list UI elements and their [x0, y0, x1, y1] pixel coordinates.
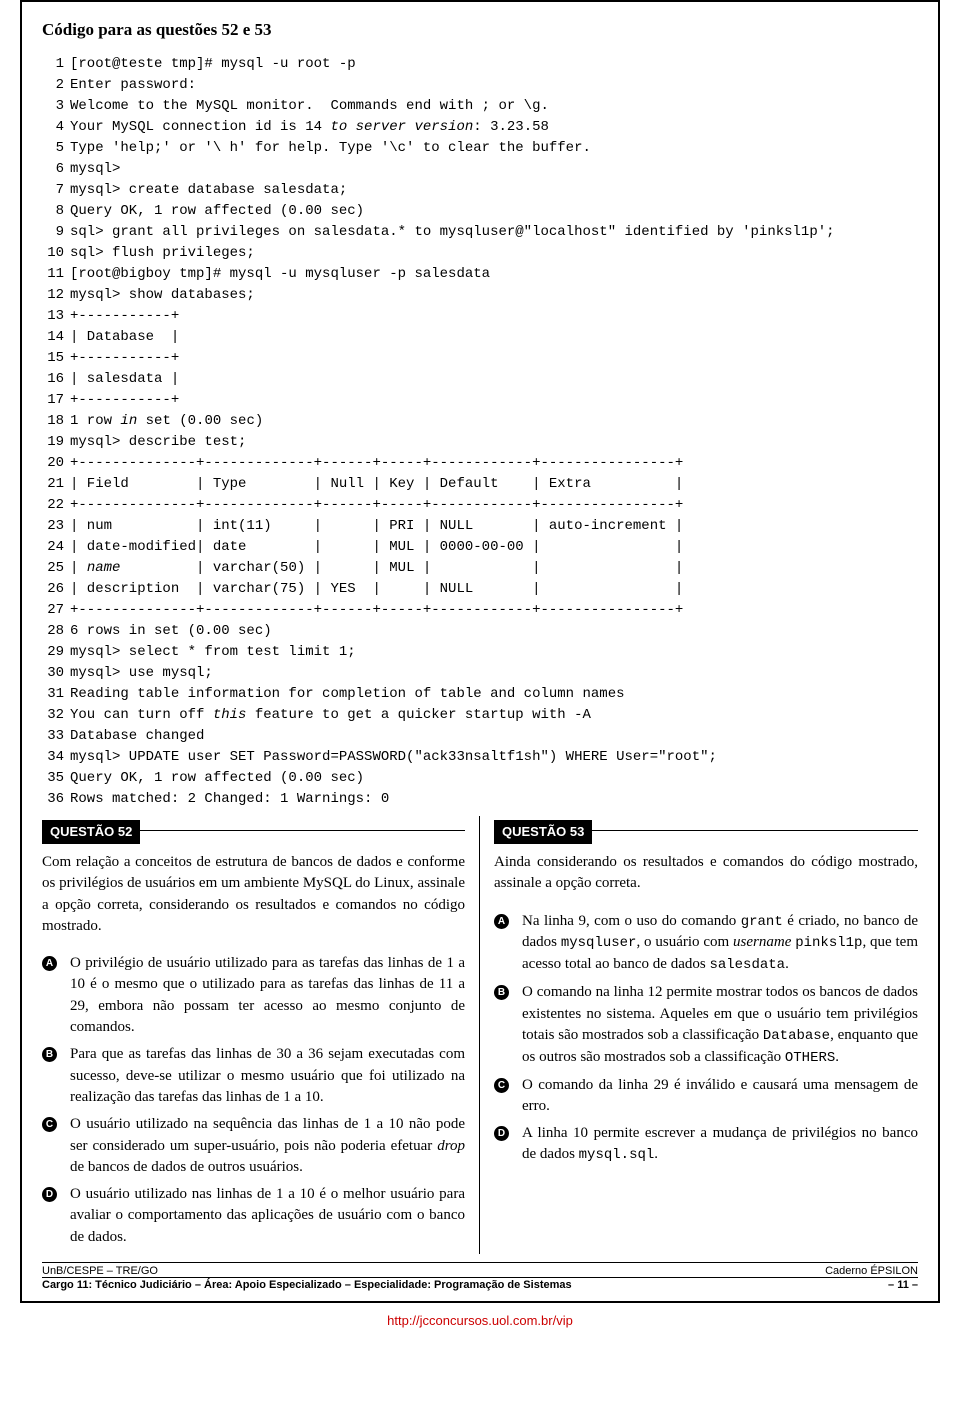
- bullet-c-icon: C: [42, 1117, 57, 1132]
- code-line: 181 row in set (0.00 sec): [42, 411, 918, 432]
- code-line: 24| date-modified| date | | MUL | 0000-0…: [42, 537, 918, 558]
- code-line: 34mysql> UPDATE user SET Password=PASSWO…: [42, 747, 918, 768]
- code-line: 33Database changed: [42, 726, 918, 747]
- column-left: QUESTÃO 52 Com relação a conceitos de es…: [42, 816, 480, 1254]
- code-line: 22+--------------+-------------+------+-…: [42, 495, 918, 516]
- option-53-D[interactable]: D A linha 10 permite escrever a mudança …: [494, 1123, 918, 1166]
- code-line: 29mysql> select * from test limit 1;: [42, 642, 918, 663]
- option-53-B[interactable]: B O comando na linha 12 permite mostrar …: [494, 982, 918, 1068]
- code-line: 12mysql> show databases;: [42, 285, 918, 306]
- code-block: 1[root@teste tmp]# mysql -u root -p2Ente…: [42, 54, 918, 810]
- option-52-C[interactable]: C O usuário utilizado na sequência das l…: [42, 1114, 465, 1178]
- page-footer: UnB/CESPE – TRE/GO Caderno ÉPSILON Cargo…: [42, 1262, 918, 1291]
- option-53-C-text: O comando da linha 29 é inválido e causa…: [522, 1075, 918, 1118]
- code-line: 19mysql> describe test;: [42, 432, 918, 453]
- code-line: 27+--------------+-------------+------+-…: [42, 600, 918, 621]
- code-line: 7mysql> create database salesdata;: [42, 180, 918, 201]
- code-line: 4Your MySQL connection id is 14 to serve…: [42, 117, 918, 138]
- code-line: 2Enter password:: [42, 75, 918, 96]
- question-52-options: A O privilégio de usuário utilizado para…: [42, 953, 465, 1248]
- code-line: 8Query OK, 1 row affected (0.00 sec): [42, 201, 918, 222]
- code-line: 286 rows in set (0.00 sec): [42, 621, 918, 642]
- option-53-A-text: Na linha 9, com o uso do comando grant é…: [522, 911, 918, 977]
- code-line: 15+-----------+: [42, 348, 918, 369]
- code-line: 25| name | varchar(50) | | MUL | | |: [42, 558, 918, 579]
- code-line: 26| description | varchar(75) | YES | | …: [42, 579, 918, 600]
- question-53-stem: Ainda considerando os resultados e coman…: [494, 852, 918, 895]
- code-line: 35Query OK, 1 row affected (0.00 sec): [42, 768, 918, 789]
- option-52-A-text: O privilégio de usuário utilizado para a…: [70, 953, 465, 1038]
- footer-left-1: UnB/CESPE – TRE/GO: [42, 1265, 158, 1277]
- column-right: QUESTÃO 53 Ainda considerando os resulta…: [480, 816, 918, 1254]
- option-52-B-text: Para que as tarefas das linhas de 30 a 3…: [70, 1044, 465, 1108]
- option-53-B-text: O comando na linha 12 permite mostrar to…: [522, 982, 918, 1068]
- footer-right-1: Caderno ÉPSILON: [825, 1265, 918, 1277]
- bullet-a-icon: A: [494, 914, 509, 929]
- code-line: 17+-----------+: [42, 390, 918, 411]
- bullet-d-icon: D: [494, 1126, 509, 1141]
- question-52-stem: Com relação a conceitos de estrutura de …: [42, 852, 465, 937]
- questions-columns: QUESTÃO 52 Com relação a conceitos de es…: [42, 816, 918, 1254]
- code-line: 6mysql>: [42, 159, 918, 180]
- option-53-C[interactable]: C O comando da linha 29 é inválido e cau…: [494, 1075, 918, 1118]
- question-53-label: QUESTÃO 53: [494, 820, 592, 844]
- bullet-d-icon: D: [42, 1187, 57, 1202]
- footer-right-2: – 11 –: [888, 1279, 918, 1291]
- code-line: 10sql> flush privileges;: [42, 243, 918, 264]
- question-53-options: A Na linha 9, com o uso do comando grant…: [494, 911, 918, 1167]
- code-line: 23| num | int(11) | | PRI | NULL | auto-…: [42, 516, 918, 537]
- source-url: http://jcconcursos.uol.com.br/vip: [0, 1313, 960, 1328]
- footer-left-2: Cargo 11: Técnico Judiciário – Área: Apo…: [42, 1279, 572, 1291]
- code-line: 20+--------------+-------------+------+-…: [42, 453, 918, 474]
- code-line: 11[root@bigboy tmp]# mysql -u mysqluser …: [42, 264, 918, 285]
- code-section-title: Código para as questões 52 e 53: [42, 20, 918, 40]
- bullet-b-icon: B: [42, 1047, 57, 1062]
- bullet-c-icon: C: [494, 1078, 509, 1093]
- code-line: 30mysql> use mysql;: [42, 663, 918, 684]
- code-line: 14| Database |: [42, 327, 918, 348]
- code-line: 36Rows matched: 2 Changed: 1 Warnings: 0: [42, 789, 918, 810]
- option-53-A[interactable]: A Na linha 9, com o uso do comando grant…: [494, 911, 918, 977]
- option-53-D-text: A linha 10 permite escrever a mudança de…: [522, 1123, 918, 1166]
- option-52-D-text: O usuário utilizado nas linhas de 1 a 10…: [70, 1184, 465, 1248]
- code-line: 1[root@teste tmp]# mysql -u root -p: [42, 54, 918, 75]
- exam-page: Código para as questões 52 e 53 1[root@t…: [20, 0, 940, 1303]
- question-53-header: QUESTÃO 53: [494, 820, 918, 840]
- option-52-A[interactable]: A O privilégio de usuário utilizado para…: [42, 953, 465, 1038]
- option-52-C-text: O usuário utilizado na sequência das lin…: [70, 1114, 465, 1178]
- bullet-b-icon: B: [494, 985, 509, 1000]
- code-line: 16| salesdata |: [42, 369, 918, 390]
- question-52-label: QUESTÃO 52: [42, 820, 140, 844]
- option-52-B[interactable]: B Para que as tarefas das linhas de 30 a…: [42, 1044, 465, 1108]
- code-line: 5Type 'help;' or '\ h' for help. Type '\…: [42, 138, 918, 159]
- code-line: 13+-----------+: [42, 306, 918, 327]
- option-52-D[interactable]: D O usuário utilizado nas linhas de 1 a …: [42, 1184, 465, 1248]
- code-line: 31Reading table information for completi…: [42, 684, 918, 705]
- code-line: 32You can turn off this feature to get a…: [42, 705, 918, 726]
- code-line: 9sql> grant all privileges on salesdata.…: [42, 222, 918, 243]
- bullet-a-icon: A: [42, 956, 57, 971]
- code-line: 3Welcome to the MySQL monitor. Commands …: [42, 96, 918, 117]
- code-line: 21| Field | Type | Null | Key | Default …: [42, 474, 918, 495]
- question-52-header: QUESTÃO 52: [42, 820, 465, 840]
